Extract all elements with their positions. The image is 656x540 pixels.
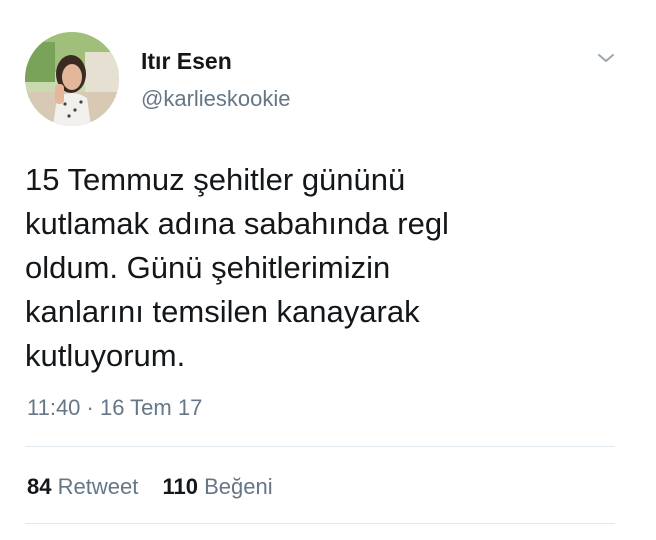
retweet-stat[interactable]: 84 Retweet: [27, 474, 138, 500]
retweet-label: Retweet: [57, 474, 139, 499]
user-handle[interactable]: @karlieskookie: [141, 86, 291, 112]
engagement-stats: 84 Retweet 110 Beğeni: [27, 474, 291, 500]
like-label: Beğeni: [204, 474, 273, 499]
tweet-text-line: kanlarını temsilen kanayarak: [25, 294, 420, 329]
tweet-text-line: kutlamak adına sabahında regl: [25, 206, 449, 241]
display-name[interactable]: Itır Esen: [141, 48, 232, 75]
tweet-text-line: oldum. Günü şehitlerimizin: [25, 250, 391, 285]
avatar-image: [25, 32, 119, 126]
tweet-text-line: 15 Temmuz şehitler gününü: [25, 162, 406, 197]
retweet-count: 84: [27, 474, 52, 499]
like-stat[interactable]: 110 Beğeni: [162, 474, 272, 500]
tweet-card: Itır Esen @karlieskookie 15 Temmuz şehit…: [0, 0, 656, 540]
timestamp[interactable]: 11:40 · 16 Tem 17: [27, 395, 202, 421]
tweet-text: 15 Temmuz şehitler gününü kutlamak adına…: [25, 158, 625, 378]
divider: [25, 446, 615, 447]
avatar[interactable]: [25, 32, 119, 126]
chevron-down-icon[interactable]: [594, 46, 618, 70]
tweet-text-line: kutluyorum.: [25, 338, 186, 373]
like-count: 110: [162, 474, 198, 499]
divider: [25, 523, 615, 524]
